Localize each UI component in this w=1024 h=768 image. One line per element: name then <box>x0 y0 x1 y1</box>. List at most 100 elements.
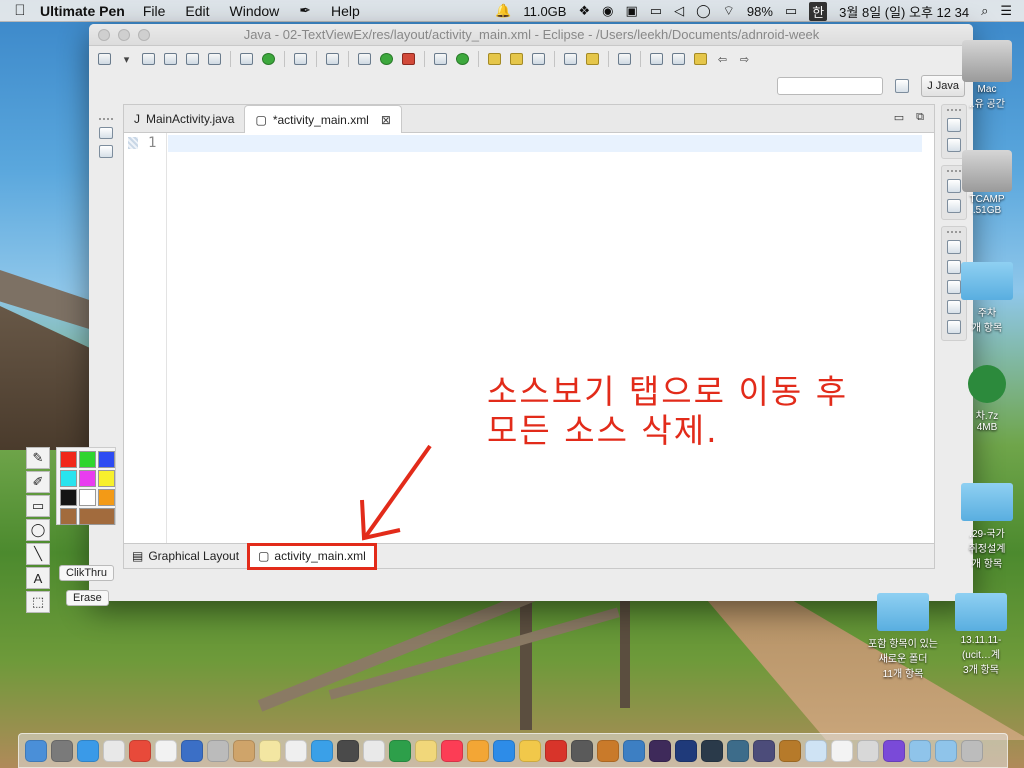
dock-app-icon[interactable] <box>883 739 905 762</box>
dock-app-icon[interactable] <box>25 739 47 762</box>
restore-icon[interactable] <box>99 126 113 140</box>
dock-app-icon[interactable] <box>545 739 567 762</box>
camera-icon[interactable]: ▣ <box>625 3 637 19</box>
memory-status[interactable]: 11.0GB <box>523 4 566 19</box>
dock-app-icon[interactable] <box>961 739 983 762</box>
new-icon[interactable] <box>95 50 114 68</box>
next-annotation-icon[interactable] <box>647 50 666 68</box>
sync-icon[interactable]: ◉ <box>602 3 613 19</box>
open-perspective-icon[interactable] <box>891 75 913 97</box>
quick-access-input[interactable] <box>777 77 884 95</box>
dock-app-icon[interactable] <box>207 739 229 762</box>
dock-app-icon[interactable] <box>467 739 489 762</box>
color-swatch[interactable] <box>98 470 115 487</box>
print-icon[interactable] <box>205 50 224 68</box>
selection-tool-icon[interactable]: ⬚ <box>26 591 50 613</box>
desktop-folder-ucit[interactable]: 13.11.11- (ucit…계 3개 항목 <box>946 593 1016 676</box>
erase-button[interactable]: Erase <box>66 590 109 606</box>
external-tools-icon[interactable] <box>399 50 418 68</box>
sdk-manager-icon[interactable] <box>237 50 256 68</box>
new-java-class-icon[interactable] <box>453 50 472 68</box>
dock-app-icon[interactable] <box>831 739 853 762</box>
dock-app-icon[interactable] <box>51 739 73 762</box>
open-type-icon[interactable] <box>485 50 504 68</box>
dock-app-icon[interactable] <box>493 739 515 762</box>
desktop-folder-week[interactable]: 주차 개 항목 <box>950 262 1024 334</box>
desktop-folder-new[interactable]: 포함 항목이 있는 새로운 폴더 11개 항목 <box>858 593 948 680</box>
toggle-mark-icon[interactable] <box>583 50 602 68</box>
search-tool-icon[interactable] <box>529 50 548 68</box>
save-icon[interactable] <box>161 50 180 68</box>
forward-icon[interactable]: ⇨ <box>735 50 754 68</box>
task-icon[interactable] <box>291 50 310 68</box>
dock-app-icon[interactable] <box>389 739 411 762</box>
battery-icon[interactable]: ▭ <box>785 3 797 19</box>
desktop-drive-mac[interactable]: Mac ..유 공간 <box>950 40 1024 110</box>
spotlight-icon[interactable]: ⌕ <box>981 3 988 19</box>
menu-window[interactable]: Window <box>230 3 280 19</box>
new-dropdown-icon[interactable]: ▾ <box>117 50 136 68</box>
airplay-icon[interactable]: ▭ <box>650 3 662 19</box>
tab-activity-main-xml[interactable]: ▢ *activity_main.xml ⊠ <box>244 105 402 133</box>
highlighter-icon[interactable]: ✐ <box>26 471 50 493</box>
restore-icon[interactable] <box>947 240 961 254</box>
dock-app-icon[interactable] <box>259 739 281 762</box>
dock-app-icon[interactable] <box>649 739 671 762</box>
new-java-package-icon[interactable] <box>431 50 450 68</box>
dock-app-icon[interactable] <box>623 739 645 762</box>
tab-mainactivity-java[interactable]: J MainActivity.java <box>124 106 244 132</box>
color-swatch[interactable] <box>60 508 77 525</box>
dock-app-icon[interactable] <box>363 739 385 762</box>
rectangle-tool-icon[interactable]: ▭ <box>26 495 50 517</box>
clock[interactable]: 3월 8일 (일) 오후 12 34 <box>839 2 969 21</box>
source-editor[interactable]: 1 <box>124 133 934 543</box>
drag-handle[interactable] <box>947 231 961 234</box>
dock-app-icon[interactable] <box>181 739 203 762</box>
annotation-icon[interactable] <box>561 50 580 68</box>
last-edit-icon[interactable] <box>691 50 710 68</box>
dock-app-icon[interactable] <box>415 739 437 762</box>
dock-app-icon[interactable] <box>337 739 359 762</box>
color-swatch[interactable] <box>79 451 96 468</box>
back-icon[interactable]: ⇦ <box>713 50 732 68</box>
ellipse-tool-icon[interactable]: ◯ <box>26 519 50 541</box>
clickthru-button[interactable]: ClikThru <box>59 565 114 581</box>
pen-tool-icon[interactable]: ✒ <box>299 2 311 19</box>
battery-percent[interactable]: 98% <box>747 4 773 19</box>
dock-app-icon[interactable] <box>285 739 307 762</box>
dock-app-icon[interactable] <box>909 739 931 762</box>
wifi-icon[interactable]: ⌔ <box>723 3 735 19</box>
debug-icon[interactable] <box>355 50 374 68</box>
tab-xml-source[interactable]: ▢ activity_main.xml <box>247 542 377 570</box>
zoom-window-button[interactable] <box>138 28 150 41</box>
desktop-drive-bootcamp[interactable]: TCAMP .51GB <box>950 150 1024 216</box>
save-all-icon[interactable] <box>183 50 202 68</box>
dock-app-icon[interactable] <box>233 739 255 762</box>
maximize-icon[interactable]: ⧉ <box>916 111 924 124</box>
dock-app-icon[interactable] <box>571 739 593 762</box>
dock-app-icon[interactable] <box>701 739 723 762</box>
dock-app-icon[interactable] <box>129 739 151 762</box>
color-swatch[interactable] <box>60 489 77 506</box>
dock-app-icon[interactable] <box>103 739 125 762</box>
tab-graphical-layout[interactable]: ▤ Graphical Layout <box>124 545 247 568</box>
dock-app-icon[interactable] <box>805 739 827 762</box>
close-tab-icon[interactable]: ⊠ <box>381 113 391 127</box>
dock-app-icon[interactable] <box>597 739 619 762</box>
dock-app-icon[interactable] <box>857 739 879 762</box>
dock-app-icon[interactable] <box>77 739 99 762</box>
dock-app-icon[interactable] <box>311 739 333 762</box>
dock-app-icon[interactable] <box>779 739 801 762</box>
pin-editor-icon[interactable] <box>615 50 634 68</box>
minimize-window-button[interactable] <box>118 28 130 41</box>
pen-icon[interactable]: ✎ <box>26 447 50 469</box>
bell-icon[interactable]: 🔔 <box>495 3 511 19</box>
color-swatch[interactable] <box>79 508 115 525</box>
menu-help[interactable]: Help <box>331 3 360 19</box>
minimize-icon[interactable]: ▭ <box>894 111 904 124</box>
dock-app-icon[interactable] <box>155 739 177 762</box>
menu-edit[interactable]: Edit <box>185 3 209 19</box>
new-android-icon[interactable] <box>139 50 158 68</box>
dock-app-icon[interactable] <box>753 739 775 762</box>
dropbox-icon[interactable]: ❖ <box>578 3 590 19</box>
